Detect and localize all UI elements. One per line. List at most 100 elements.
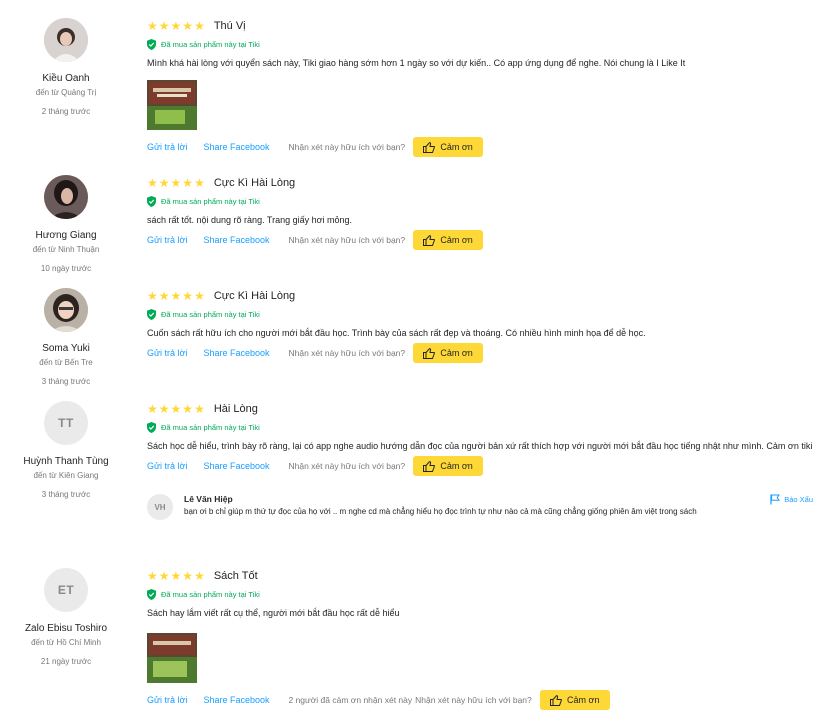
thanks-count: 2 người đã cảm ơn nhận xét này	[288, 695, 413, 705]
review-text: Cuốn sách rất hữu ích cho người mới bắt …	[147, 328, 646, 338]
review-title: Thú Vị	[213, 20, 246, 32]
star-icon: ★	[170, 176, 182, 190]
star-icon: ★	[194, 569, 205, 583]
shield-check-icon	[147, 588, 156, 600]
shield-check-icon	[147, 38, 156, 50]
review-content: ★ ★ ★ ★ ★ Thú Vị Đã mua sản phẩm này tại Tik…	[147, 18, 817, 157]
avatar: TT	[44, 401, 88, 445]
reviewer-info: TT Huỳnh Thanh Tùng đến từ Kiên Giang 3 …	[0, 401, 132, 500]
shield-check-icon	[147, 195, 156, 207]
thanks-label: Cảm ơn	[440, 235, 473, 245]
review-time: 2 tháng trước	[41, 107, 91, 116]
review-time: 21 ngày trước	[40, 657, 92, 666]
avatar: VH	[147, 494, 173, 520]
reviewer-info: Hương Giang đến từ Ninh Thuận 10 ngày tr…	[0, 175, 132, 274]
thanks-button[interactable]: Cảm ơn	[413, 230, 484, 250]
verified-label: Đã mua sản phẩm này tại Tiki	[161, 39, 260, 49]
share-facebook-link[interactable]: Share Facebook	[203, 235, 269, 245]
helpful-prompt: Nhận xét này hữu ích với bạn?	[288, 348, 406, 358]
verified-label: Đã mua sản phẩm này tại Tiki	[161, 589, 260, 599]
star-icon: ★	[170, 19, 182, 33]
star-icon: ★	[147, 402, 158, 416]
flag-icon	[770, 494, 781, 505]
avatar	[44, 18, 88, 62]
reviewer-location: đến từ Bến Tre	[39, 358, 93, 367]
thanks-label: Cảm ơn	[567, 695, 600, 705]
review-title: Cực Kì Hài Lòng	[213, 290, 296, 302]
review-content: ★ ★ ★ ★ ★ Hài Lòng Đã mua sản phẩm này tại T…	[147, 401, 817, 476]
star-icon: ★	[147, 289, 158, 303]
thanks-button[interactable]: Cảm ơn	[539, 690, 610, 710]
reply-link[interactable]: Gửi trả lời	[147, 142, 187, 152]
star-icon: ★	[158, 19, 170, 33]
share-facebook-link[interactable]: Share Facebook	[203, 142, 269, 152]
star-icon: ★	[182, 569, 194, 583]
review-text: Sách học dễ hiểu, trình bày rõ ràng, lại…	[147, 441, 813, 451]
verified-label: Đã mua sản phẩm này tại Tiki	[161, 196, 260, 206]
reviewer-name: Huỳnh Thanh Tùng	[23, 456, 109, 467]
star-icon: ★	[147, 569, 158, 583]
star-icon: ★	[194, 289, 205, 303]
thumbs-up-icon	[423, 347, 436, 359]
rating-stars: ★ ★ ★ ★ ★	[147, 403, 205, 415]
shield-check-icon	[147, 421, 156, 433]
reviewer-info: Soma Yuki đến từ Bến Tre 3 tháng trước	[0, 288, 132, 387]
star-icon: ★	[158, 176, 170, 190]
thumbs-up-icon	[550, 694, 562, 706]
star-icon: ★	[170, 289, 182, 303]
thanks-button[interactable]: Cảm ơn	[413, 456, 484, 476]
review-time: 3 tháng trước	[41, 377, 91, 386]
review-photo[interactable]	[147, 633, 197, 683]
verified-label: Đã mua sản phẩm này tại Tiki	[161, 309, 260, 319]
share-facebook-link[interactable]: Share Facebook	[203, 348, 269, 358]
reviewer-name: Kiều Oanh	[42, 73, 90, 84]
verified-purchase: Đã mua sản phẩm này tại Tiki	[147, 194, 817, 208]
verified-purchase: Đã mua sản phẩm này tại Tiki	[147, 587, 817, 601]
rating-stars: ★ ★ ★ ★ ★	[147, 290, 205, 302]
share-facebook-link[interactable]: Share Facebook	[203, 695, 269, 705]
reply-link[interactable]: Gửi trả lời	[147, 695, 187, 705]
reviewer-name: Hương Giang	[35, 230, 97, 241]
share-facebook-link[interactable]: Share Facebook	[203, 461, 269, 471]
reviewer-info: Kiều Oanh đến từ Quảng Trị 2 tháng trước	[0, 18, 132, 117]
star-icon: ★	[158, 289, 170, 303]
star-icon: ★	[194, 19, 205, 33]
thanks-button[interactable]: Cảm ơn	[413, 343, 484, 363]
review-content: ★ ★ ★ ★ ★ Cực Kì Hài Lòng Đã mua sản phẩm nà…	[147, 288, 817, 363]
thumbs-up-icon	[423, 234, 436, 246]
commenter-name: Lê Văn Hiệp	[184, 494, 233, 504]
review-text: Sách hay lắm viết rất cụ thể, người mới …	[147, 608, 400, 618]
star-icon: ★	[182, 19, 194, 33]
thumbs-up-icon	[423, 460, 436, 472]
review-content: ★ ★ ★ ★ ★ Cực Kì Hài Lòng Đã mua sản phẩm nà…	[147, 175, 817, 250]
rating-stars: ★ ★ ★ ★ ★	[147, 570, 205, 582]
star-icon: ★	[158, 569, 170, 583]
reviewer-name: Zalo Ebisu Toshiro	[24, 623, 108, 634]
reply-link[interactable]: Gửi trả lời	[147, 348, 187, 358]
reply-link[interactable]: Gửi trả lời	[147, 461, 187, 471]
report-button[interactable]: Báo Xấu	[770, 494, 813, 505]
star-icon: ★	[182, 402, 194, 416]
review-title: Sách Tốt	[213, 570, 258, 582]
rating-stars: ★ ★ ★ ★ ★	[147, 20, 205, 32]
star-icon: ★	[182, 176, 194, 190]
reviewer-location: đến từ Quảng Trị	[35, 88, 97, 97]
report-label: Báo Xấu	[784, 495, 813, 504]
reviewer-location: đến từ Hồ Chí Minh	[31, 638, 101, 647]
review-text: Mình khá hài lòng với quyển sách này, Ti…	[147, 58, 686, 68]
helpful-prompt: Nhận xét này hữu ích với bạn?	[288, 142, 406, 152]
review-photo[interactable]	[147, 80, 197, 130]
review-time: 3 tháng trước	[41, 490, 91, 499]
avatar	[44, 288, 88, 332]
reply-link[interactable]: Gửi trả lời	[147, 235, 187, 245]
star-icon: ★	[194, 176, 205, 190]
avatar: ET	[44, 568, 88, 612]
review-title: Hài Lòng	[213, 403, 258, 415]
helpful-prompt: Nhận xét này hữu ích với bạn?	[415, 695, 532, 705]
thanks-button[interactable]: Cảm ơn	[413, 137, 484, 157]
helpful-prompt: Nhận xét này hữu ích với bạn?	[288, 235, 406, 245]
comment-text: bạn ơi b chỉ giúp m thứ tự đọc của họ vớ…	[184, 507, 697, 516]
review-time: 10 ngày trước	[40, 264, 92, 273]
reply-comment: VH Lê Văn Hiệp bạn ơi b chỉ giúp m thứ t…	[147, 494, 817, 524]
review-text: sách rất tốt. nội dung rõ ràng. Trang gi…	[147, 215, 353, 225]
